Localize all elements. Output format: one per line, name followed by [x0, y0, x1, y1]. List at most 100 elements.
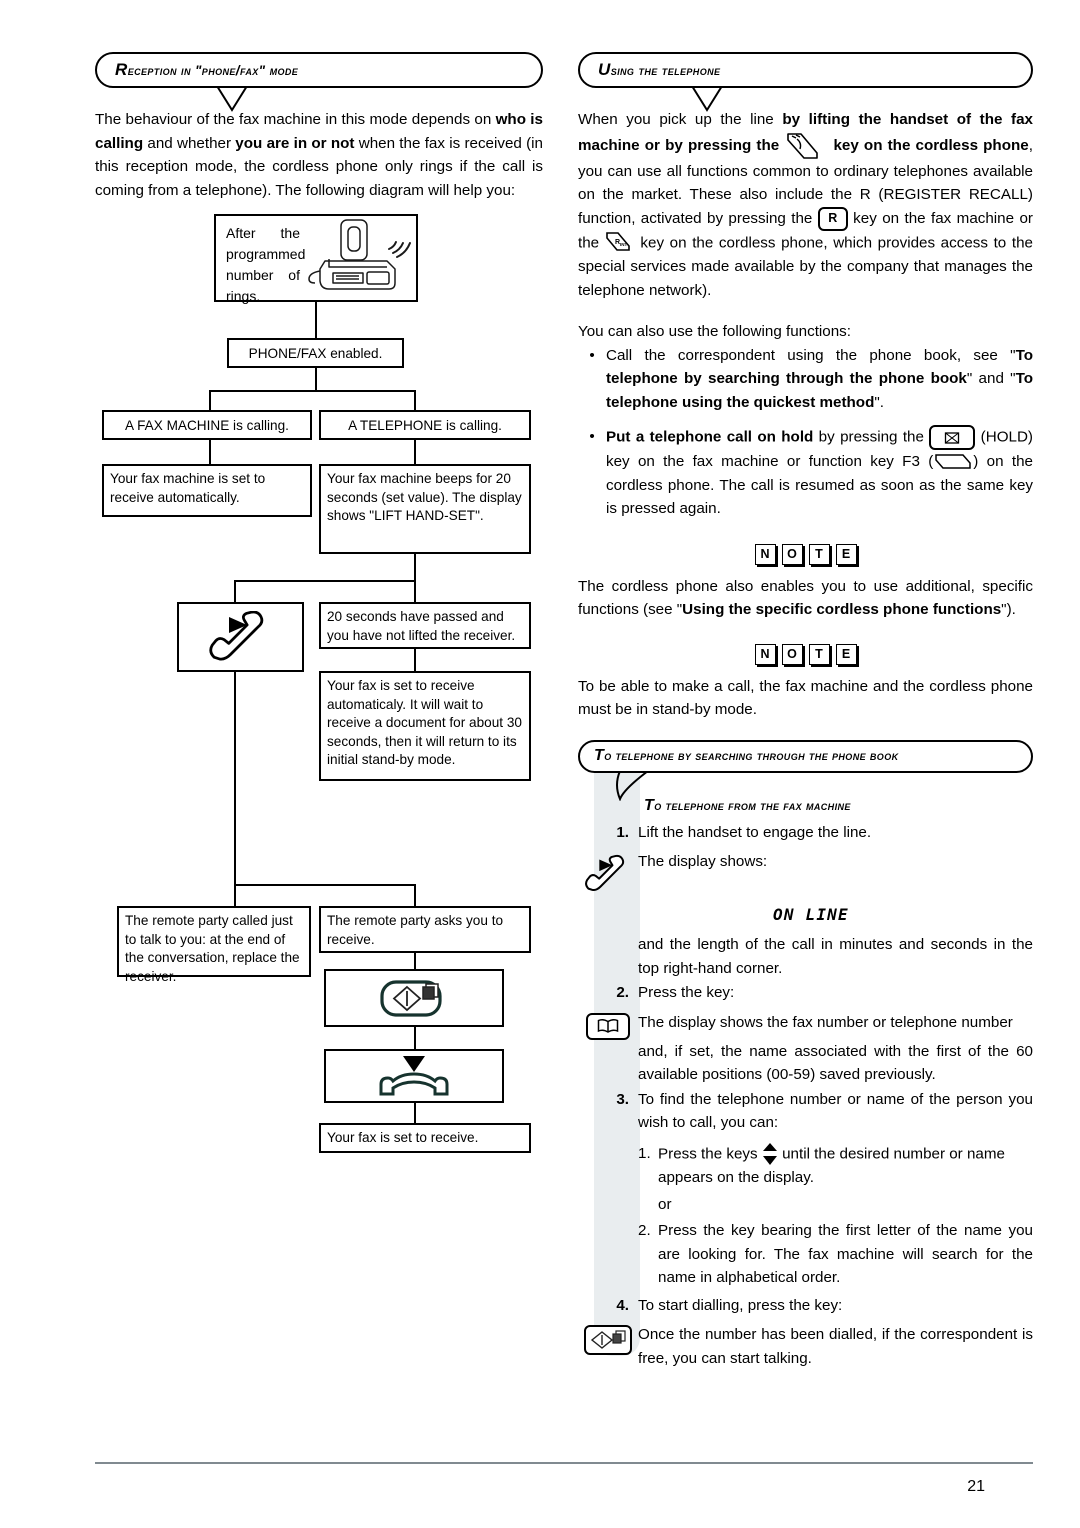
start-key-cell: [578, 1323, 638, 1356]
bullet-dot-2: •: [589, 428, 595, 445]
step-2-number: 2.: [616, 984, 629, 1002]
bullet-dot-1: •: [589, 346, 595, 364]
note-letter-o-1: O: [781, 543, 803, 565]
intro-paragraph: The behaviour of the fax machine in this…: [95, 108, 543, 202]
note-letter-t-1: T: [808, 543, 830, 565]
flow-node-remote-receive: The remote party asks you to receive.: [319, 906, 531, 953]
flow-node-remote-talk-label: The remote party called just to talk to …: [125, 913, 300, 984]
after-online-row: and the length of the call in minutes an…: [578, 933, 1033, 980]
step-1-display-row: The display shows:: [578, 850, 1033, 896]
flow-node-after-rings: After the programmed number of rings.: [214, 214, 418, 304]
sub-title-rest: o telephone from the fax machine: [654, 797, 851, 813]
manual-page: Reception in "phone/fax" mode The behavi…: [0, 0, 1080, 1528]
flow-node-set-receive-label: Your fax is set to receive.: [327, 1130, 479, 1145]
up-arrow-icon: [762, 1142, 777, 1151]
start-dial-key-icon[interactable]: [584, 1325, 632, 1356]
flow-node-phonefax-enabled-label: PHONE/FAX enabled.: [248, 346, 383, 361]
note-1-part-c: ").: [1001, 601, 1016, 619]
hold-key-icon[interactable]: [929, 425, 976, 450]
up-down-arrows-icon[interactable]: [762, 1142, 778, 1167]
section-header-cap-3: T: [594, 747, 605, 765]
lift-handset-icon: [208, 611, 263, 661]
bullet-phone-book: • Call the correspondent using the phone…: [578, 344, 1033, 415]
down-arrow-icon: [403, 1056, 425, 1072]
note-block-2: N O T E: [578, 643, 1033, 665]
flow-connector-3: [209, 440, 211, 464]
using-telephone-paragraph: When you pick up the line by lifting the…: [578, 108, 1033, 302]
bullet-phone-book-text: Call the correspondent using the phone b…: [606, 344, 1033, 415]
flow-connector-2: [315, 368, 317, 390]
flow-connector-left-branch: [209, 390, 211, 410]
substep-3-1-text: Press the keys until the desired number …: [658, 1142, 1033, 1190]
flow-connector-split-3: [234, 884, 416, 886]
bullet-hold-text: Put a telephone call on hold by pressing…: [606, 425, 1033, 521]
section-header-pill-3: To telephone by searching through the ph…: [578, 739, 1033, 773]
substep-3-2-number: 2.: [638, 1222, 651, 1240]
substep-3-1: 1. Press the keys until the desired numb…: [578, 1142, 1033, 1190]
r-key-label: R: [828, 210, 838, 225]
section-header-rest: eception in "phone/fax" mode: [127, 63, 299, 78]
flow-connector-7: [414, 580, 416, 602]
hold-bold: Put a telephone call on hold: [606, 428, 814, 446]
section-header-phone-book: To telephone by searching through the ph…: [578, 739, 1033, 801]
note-2-text: To be able to make a call, the fax machi…: [578, 677, 1033, 719]
substep-or-spacer: [638, 1193, 658, 1217]
ut-part-1: When you pick up the line: [578, 111, 783, 128]
step-3-number: 3.: [616, 1090, 629, 1108]
substep-3-1-number: 1.: [638, 1144, 651, 1162]
step-2-body-2: and, if set, the name associated with th…: [638, 1042, 1033, 1084]
footer-rule: [95, 1462, 1033, 1464]
step-2-body-2-row: and, if set, the name associated with th…: [578, 1040, 1033, 1087]
flow-node-beeps-label: Your fax machine beeps for 20 seconds (s…: [327, 471, 522, 524]
right-column: Using the telephone When you pick up the…: [578, 52, 1033, 1370]
after-online-text: and the length of the call in minutes an…: [638, 936, 1033, 977]
sub-section-title: To telephone from the fax machine: [644, 797, 1033, 815]
phone-book-key-icon[interactable]: [586, 1012, 630, 1040]
step-4-text: To start dialling, press the key:: [638, 1296, 843, 1314]
note-letter-t-2: T: [808, 643, 830, 665]
section-header-rest-2: sing the telephone: [610, 63, 721, 78]
f3-soft-key-icon: [933, 450, 973, 474]
flow-node-telephone-calling-label: A TELEPHONE is calling.: [348, 418, 502, 433]
flow-node-fax-calling-label: A FAX MACHINE is calling.: [125, 418, 289, 433]
step-1-number: 1.: [616, 823, 629, 841]
flow-connector-13: [414, 1027, 416, 1049]
note-letter-o-2: O: [781, 643, 803, 665]
section-header-pill: Reception in "phone/fax" mode: [95, 52, 543, 88]
note-1-text: The cordless phone also enables you to u…: [578, 575, 1033, 622]
section-header-tail-icon-3: [606, 770, 650, 801]
step-3: 3. To find the telephone number or name …: [578, 1088, 1033, 1135]
lift-handset-icon: [585, 855, 625, 892]
step-4: 4. To start dialling, press the key:: [578, 1294, 1033, 1318]
flow-node-remote-talk: The remote party called just to talk to …: [117, 906, 311, 984]
section-header-tail-icon-2: [690, 86, 724, 112]
display-online-text: ON LINE: [773, 905, 849, 925]
note-1-bold: Using the specific cordless phone functi…: [682, 601, 1002, 619]
step-2-book-row: The display shows the fax number or tele…: [578, 1011, 1033, 1040]
flow-connector-split: [209, 390, 416, 392]
section-header-rest-3: o telephone by searching through the pho…: [604, 749, 899, 764]
section-header-title-3: To telephone by searching through the ph…: [594, 747, 899, 765]
step-1: 1. Lift the handset to engage the line.: [578, 821, 1033, 845]
step-2-body-spacer: [578, 1040, 638, 1087]
note-letter-e-2: E: [835, 643, 857, 665]
bullet-mid-1: " and ": [966, 370, 1016, 387]
note-letter-n-2: N: [754, 643, 776, 665]
cordless-r-key-icon: R INT: [605, 231, 635, 256]
book-key-cell: [578, 1011, 638, 1040]
flow-node-remote-receive-label: The remote party asks you to receive.: [327, 913, 504, 947]
functions-intro: You can also use the following functions…: [578, 323, 851, 340]
substep-or: or: [578, 1193, 1033, 1217]
flow-node-telephone-calling: A TELEPHONE is calling.: [319, 410, 531, 440]
flow-node-20s-passed-label: 20 seconds have passed and you have not …: [327, 609, 516, 643]
lift-handset-glyph-cell: [578, 850, 638, 896]
flow-node-20s-passed: 20 seconds have passed and you have not …: [319, 602, 531, 649]
bullet-hold: • Put a telephone call on hold by pressi…: [578, 425, 1033, 521]
phone-book-section: To telephone by searching through the ph…: [578, 739, 1033, 1371]
flow-node-auto-receive-label: Your fax is set to receive automaticaly.…: [327, 678, 522, 768]
flow-node-beeps: Your fax machine beeps for 20 seconds (s…: [319, 464, 531, 554]
flow-node-after-rings-label: After the programmed number of rings.: [226, 225, 306, 304]
flow-node-hangup: [324, 1049, 504, 1103]
r-key-icon[interactable]: R: [817, 206, 848, 231]
flow-connector-4: [414, 440, 416, 464]
